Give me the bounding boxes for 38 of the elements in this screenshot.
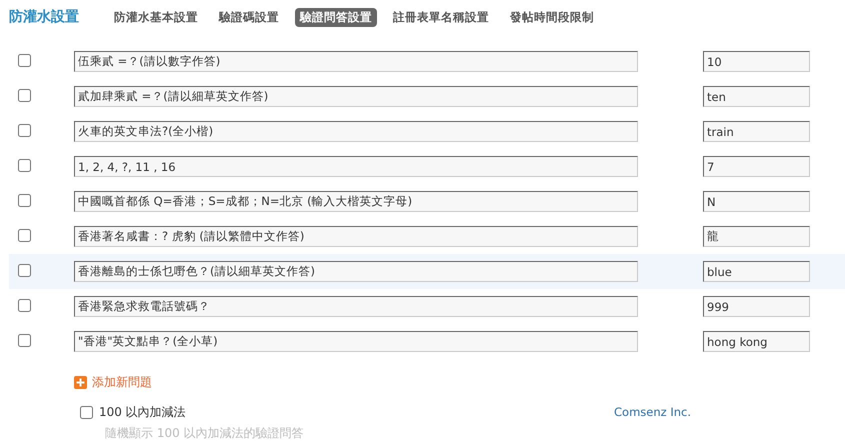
plus-icon (74, 376, 87, 388)
answer-field[interactable]: 10 (703, 51, 810, 72)
answer-field[interactable]: hong kong (703, 331, 810, 352)
question-field[interactable]: 1, 2, 4, ?, 11 , 16 (74, 156, 638, 177)
checkbox[interactable] (18, 229, 31, 242)
question-field[interactable]: 香港緊急求救電話號碼？ (74, 296, 638, 317)
option-description: 隨機顯示 100 以內加減法的驗證問答 (105, 425, 305, 442)
question-field[interactable]: "香港"英文點串？(全小草) (74, 331, 638, 352)
tab[interactable]: 註冊表單名稱設置 (388, 8, 494, 26)
checkbox[interactable] (18, 194, 31, 207)
checkbox[interactable] (80, 406, 93, 419)
checkbox[interactable] (18, 299, 31, 312)
answer-field[interactable]: N (703, 191, 810, 212)
tab[interactable]: 防灌水基本設置 (109, 8, 203, 26)
answer-field[interactable]: 999 (703, 296, 810, 317)
tab[interactable]: 發帖時間段限制 (505, 8, 599, 26)
question-field[interactable]: 香港著名咸書：? 虎豹 (請以繁體中文作答) (74, 226, 638, 247)
checkbox[interactable] (18, 334, 31, 347)
checkbox[interactable] (18, 264, 31, 277)
tab[interactable]: 驗證碼設置 (214, 8, 284, 26)
question-field[interactable]: 中國嘅首都係 Q=香港；S=成都；N=北京 (輸入大楷英文字母) (74, 191, 638, 212)
option-label: 100 以內加減法 (99, 404, 186, 421)
tab[interactable]: 驗證問答設置 (295, 8, 377, 26)
question-field[interactable]: 伍乘貳 =？(請以數字作答) (74, 51, 638, 72)
answer-field[interactable]: ten (703, 86, 810, 107)
question-field[interactable]: 香港離島的士係乜嘢色？(請以細草英文作答) (74, 261, 638, 282)
answer-field[interactable]: 龍 (703, 226, 810, 247)
answer-field[interactable]: train (703, 121, 810, 142)
question-field[interactable]: 貳加肆乘貳 =？(請以細草英文作答) (74, 86, 638, 107)
page-title: 防灌水設置 (9, 8, 79, 26)
checkbox[interactable] (18, 124, 31, 137)
footer-link[interactable]: Comsenz Inc. (614, 405, 691, 419)
question-field[interactable]: 火車的英文串法?(全小楷) (74, 121, 638, 142)
checkbox[interactable] (18, 159, 31, 172)
answer-field[interactable]: 7 (703, 156, 810, 177)
checkbox[interactable] (18, 89, 31, 102)
answer-field[interactable]: blue (703, 261, 810, 282)
checkbox[interactable] (18, 54, 31, 67)
